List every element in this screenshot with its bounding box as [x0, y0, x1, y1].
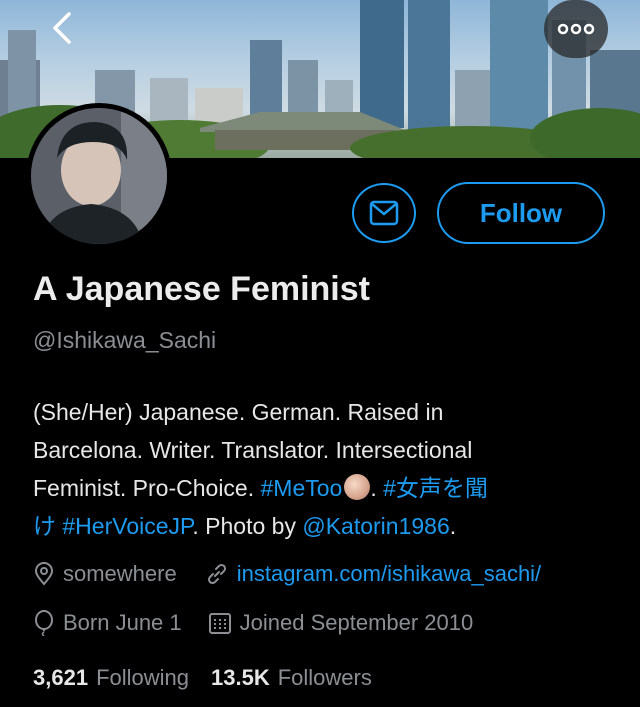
- follow-button[interactable]: Follow: [437, 182, 605, 244]
- birthday: Born June 1: [33, 610, 182, 636]
- birthday-text: Born June 1: [63, 610, 182, 635]
- profile-bio: (She/Her) Japanese. German. Raised in Ba…: [33, 393, 623, 545]
- following-count[interactable]: 3,621: [33, 665, 88, 691]
- profile-meta-row-2: Born June 1 Joined September 2010: [33, 610, 473, 636]
- chevron-left-icon: [53, 12, 71, 44]
- link-icon: [207, 563, 226, 585]
- profile-name: A Japanese Feminist: [33, 270, 370, 308]
- joined-date: Joined September 2010: [208, 610, 474, 636]
- avatar-frame: [26, 103, 172, 249]
- bio-text: . Photo by: [192, 513, 303, 539]
- avatar[interactable]: [31, 108, 167, 244]
- location: somewhere: [33, 561, 177, 587]
- location-text: somewhere: [63, 561, 177, 586]
- profile-meta-row-1: somewhere instagram.com/ishikawa_sachi/: [33, 561, 541, 587]
- avatar-photo: [31, 108, 167, 244]
- balloon-icon: [35, 610, 53, 636]
- bio-text: (She/Her) Japanese. German. Raised in: [33, 399, 444, 425]
- followers-label[interactable]: Followers: [278, 665, 372, 691]
- bio-text: .: [370, 475, 384, 501]
- hashtag-link-metoo[interactable]: #MeToo: [261, 475, 343, 501]
- followers-count[interactable]: 13.5K: [211, 665, 270, 691]
- joined-text: Joined September 2010: [239, 610, 474, 635]
- calendar-icon: [208, 613, 231, 634]
- envelope-icon: [369, 200, 399, 226]
- back-button[interactable]: [36, 4, 88, 52]
- mention-link[interactable]: @Katorin1986: [302, 513, 449, 539]
- raised-fist-emoji-icon: [344, 474, 371, 500]
- hashtag-link-hervoicejp[interactable]: #HerVoiceJP: [62, 513, 192, 539]
- website[interactable]: instagram.com/ishikawa_sachi/: [205, 561, 541, 587]
- more-options-button[interactable]: [544, 0, 608, 58]
- bio-text: .: [449, 513, 457, 539]
- following-label[interactable]: Following: [96, 665, 189, 691]
- message-button[interactable]: [352, 183, 416, 243]
- profile-handle: @Ishikawa_Sachi: [33, 327, 217, 353]
- website-link[interactable]: instagram.com/ishikawa_sachi/: [237, 561, 541, 587]
- more-horizontal-icon: [557, 23, 595, 35]
- bio-text: Feminist. Pro-Choice.: [33, 475, 261, 501]
- follow-button-label: Follow: [479, 197, 563, 228]
- follow-stats: 3,621 Following 13.5K Followers: [33, 665, 394, 691]
- bio-text: Barcelona. Writer. Translator. Intersect…: [33, 437, 473, 463]
- location-pin-icon: [34, 562, 54, 586]
